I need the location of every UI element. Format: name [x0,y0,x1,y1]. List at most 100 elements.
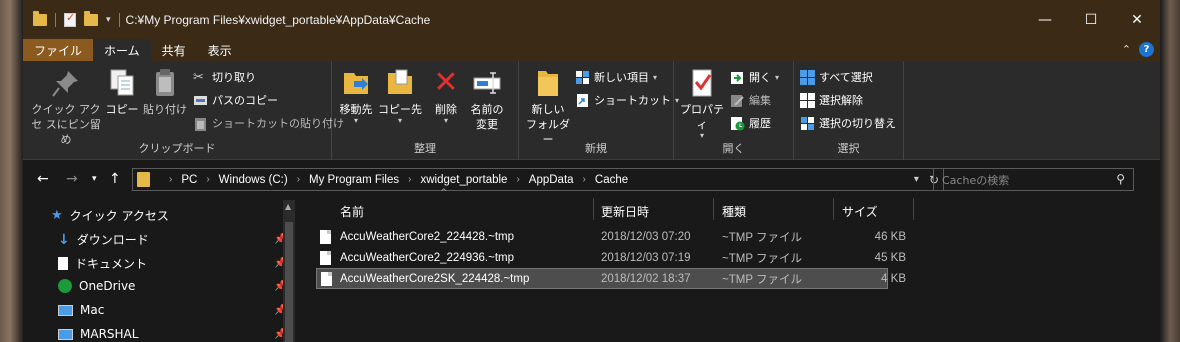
paste-shortcut-button[interactable]: ショートカットの貼り付け [193,115,344,131]
column-header-type[interactable]: 種類 [722,200,746,222]
up-arrow-icon[interactable]: ↑ [109,171,121,187]
properties-button[interactable]: プロパティ ▾ [678,67,726,140]
forward-arrow-icon[interactable]: → [66,171,78,187]
breadcrumb-my-program-files[interactable]: My Program Files [309,174,399,186]
move-folder-icon [340,67,372,99]
breadcrumb-separator-icon[interactable]: › [169,174,172,185]
column-header-size[interactable]: サイズ [842,200,878,222]
select-all-icon [800,69,815,85]
breadcrumb-pc[interactable]: PC [181,174,197,186]
invert-selection-button[interactable]: 選択の切り替え [800,115,896,131]
scrollbar-thumb[interactable] [285,222,293,342]
properties-icon[interactable] [64,11,76,27]
pin-quick-access-button[interactable]: クイック アクセ スにピン留め [31,67,101,147]
title-bar: ▾ C:¥My Program Files¥xwidget_portable¥A… [23,0,1160,39]
window-controls: — ☐ ✕ [1022,0,1160,39]
breadcrumb-separator-icon[interactable]: › [206,174,209,185]
cut-button[interactable]: ✂ 切り取り [193,69,256,85]
address-bar[interactable]: › PC › Windows (C:) › My Program Files ›… [132,168,944,191]
properties-check-icon [686,67,718,99]
rename-button[interactable]: 名前の 変更 [466,67,508,132]
copy-path-button[interactable]: パスのコピー [193,92,278,108]
tab-view[interactable]: 表示 [197,39,243,61]
breadcrumb-separator-icon[interactable]: › [583,174,586,185]
invert-selection-icon [800,116,815,131]
nav-scrollbar[interactable]: ▲ [283,200,295,342]
breadcrumb-xwidget-portable[interactable]: xwidget_portable [420,174,507,186]
close-button[interactable]: ✕ [1114,0,1160,39]
breadcrumb-cache[interactable]: Cache [595,174,628,186]
recent-locations-chevron-icon[interactable]: ▾ [92,174,97,184]
copy-to-button[interactable]: コピー先 ▾ [378,67,422,125]
edit-label: 編集 [749,94,771,107]
edit-button[interactable]: 編集 [730,92,771,108]
quick-access-toolbar: ▾ [23,10,120,27]
maximize-button[interactable]: ☐ [1068,0,1114,39]
document-icon [58,257,68,270]
copy-path-label: パスのコピー [212,94,278,107]
delete-button[interactable]: ✕ 削除 ▾ [430,67,462,125]
back-arrow-icon[interactable]: ← [37,171,49,187]
open-button[interactable]: 開く ▾ [730,69,779,85]
scroll-up-arrow-icon[interactable]: ▲ [285,202,291,211]
pin-icon [50,67,82,99]
clipboard-group-title: クリップボード [138,142,216,155]
nav-item-marshal[interactable]: MARSHAL 📌 [58,327,286,341]
help-icon[interactable]: ? [1139,42,1154,57]
breadcrumb-separator-icon[interactable]: › [408,174,411,185]
copy-to-label: コピー先 [378,103,422,116]
rename-label-line1: 名前の [470,103,504,116]
new-folder-button[interactable]: 新しい フォルダー [523,67,573,147]
column-divider[interactable] [913,198,914,220]
dropdown-arrow-icon: ▾ [443,116,448,125]
new-folder-icon[interactable] [84,10,98,26]
nav-item-documents[interactable]: ドキュメント 📌 [58,255,286,272]
nav-item-onedrive[interactable]: OneDrive 📌 [58,279,286,293]
history-button[interactable]: 履歴 [730,115,771,131]
monitor-icon [58,304,73,316]
select-none-button[interactable]: 選択解除 [800,92,863,108]
tab-share[interactable]: 共有 [151,39,197,61]
search-input[interactable]: Cacheの検索 [942,172,1009,188]
history-icon [730,116,745,131]
column-header-name[interactable]: 名前 [340,200,364,222]
paste-button[interactable]: 貼り付け [141,67,189,117]
nav-item-quick-access[interactable]: ★ クイック アクセス [51,207,169,224]
customize-toolbar-chevron-icon[interactable]: ▾ [106,15,111,25]
column-divider[interactable] [833,198,834,220]
file-icon [320,250,331,265]
breadcrumb-separator-icon[interactable]: › [516,174,519,185]
column-divider[interactable] [593,198,594,220]
column-header-date[interactable]: 更新日時 [601,200,649,222]
ribbon-tabs: ファイル ホーム 共有 表示 ⌃ ? [23,39,1160,61]
file-row[interactable]: AccuWeatherCore2_224936.~tmp 2018/12/03 … [316,247,906,268]
search-box[interactable]: Cacheの検索 ⚲ [933,168,1134,191]
nav-item-mac[interactable]: Mac 📌 [58,303,286,317]
move-to-button[interactable]: 移動先 ▾ [336,67,376,125]
cut-label: 切り取り [212,71,256,84]
select-group-title: 選択 [837,142,860,155]
column-divider[interactable] [713,198,714,220]
new-item-label: 新しい項目 [594,71,649,84]
address-dropdown-chevron-icon[interactable]: ▾ [914,174,919,185]
ribbon-group-new: 新しい フォルダー 新しい項目 ▾ ショートカット ▾ 新規 [519,61,679,160]
file-row-selected[interactable]: AccuWeatherCore2SK_224428.~tmp 2018/12/0… [316,268,906,289]
explorer-window: ▾ C:¥My Program Files¥xwidget_portable¥A… [23,0,1160,342]
new-item-button[interactable]: 新しい項目 ▾ [575,69,657,85]
shortcut-button[interactable]: ショートカット ▾ [575,92,679,108]
nav-item-downloads[interactable]: ↓ ダウンロード 📌 [58,231,286,248]
file-icon [321,271,332,286]
tab-home[interactable]: ホーム [93,39,151,61]
file-type: ~TMP ファイル [722,252,802,265]
folder-icon [33,10,47,26]
select-all-button[interactable]: すべて選択 [800,69,873,85]
minimize-button[interactable]: — [1022,0,1068,39]
tab-file[interactable]: ファイル [23,39,94,61]
collapse-ribbon-chevron-icon[interactable]: ⌃ [1122,43,1131,56]
copy-button[interactable]: コピー [105,67,139,117]
breadcrumb-separator-icon[interactable]: › [297,174,300,185]
open-icon [730,70,745,85]
breadcrumb-windows-c[interactable]: Windows (C:) [219,174,288,186]
breadcrumb-appdata[interactable]: AppData [529,174,574,186]
file-row[interactable]: AccuWeatherCore2_224428.~tmp 2018/12/03 … [316,226,906,247]
